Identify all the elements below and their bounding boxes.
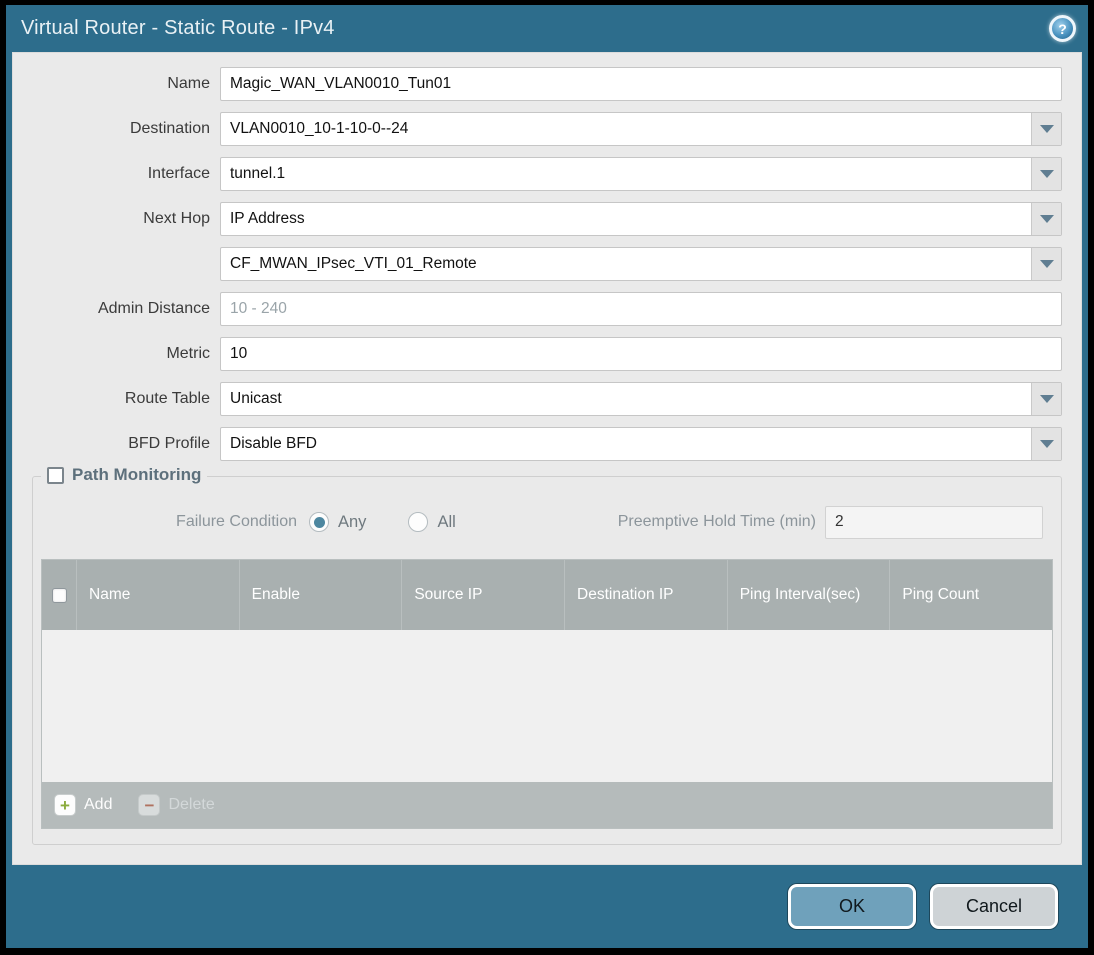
- column-header-source-ip: Source IP: [401, 560, 564, 630]
- form-row-bfd-profile: BFD Profile: [32, 427, 1062, 461]
- failure-condition-row: Failure Condition Any All Preemptive Hol…: [41, 505, 1053, 539]
- destination-field: [220, 112, 1062, 146]
- cancel-button[interactable]: Cancel: [930, 883, 1058, 929]
- dialog-footer: OK Cancel: [6, 865, 1088, 947]
- preemptive-hold-time-input[interactable]: [826, 513, 1044, 531]
- delete-row-button: − Delete: [138, 794, 215, 816]
- chevron-down-icon: [1039, 170, 1054, 178]
- admin-distance-field: [220, 292, 1062, 326]
- path-monitoring-table: Name Enable Source IP Destination IP Pin…: [41, 559, 1053, 829]
- table-body-empty: [42, 630, 1052, 782]
- column-header-enable: Enable: [238, 560, 402, 630]
- interface-input[interactable]: [221, 158, 1031, 190]
- failure-condition-all-option: All: [408, 512, 456, 532]
- help-icon[interactable]: ?: [1049, 15, 1076, 42]
- admin-distance-label: Admin Distance: [97, 300, 210, 317]
- chevron-down-icon: [1039, 395, 1054, 403]
- form-row-metric: Metric: [32, 337, 1062, 371]
- bfd-profile-label: BFD Profile: [128, 435, 210, 452]
- bfd-profile-field: [220, 427, 1062, 461]
- add-row-button[interactable]: + Add: [54, 794, 112, 816]
- destination-label: Destination: [129, 120, 210, 137]
- next-hop-type-field: [220, 202, 1062, 236]
- route-table-label: Route Table: [124, 390, 210, 407]
- column-header-ping-interval: Ping Interval(sec): [726, 560, 890, 630]
- bfd-profile-input[interactable]: [221, 428, 1031, 460]
- form-row-destination: Destination: [32, 112, 1062, 146]
- dialog-titlebar: Virtual Router - Static Route - IPv4 ?: [6, 5, 1088, 52]
- table-header-row: Name Enable Source IP Destination IP Pin…: [42, 560, 1052, 630]
- form-row-route-table: Route Table: [32, 382, 1062, 416]
- radio-dot: [413, 517, 424, 528]
- table-toolbar: + Add − Delete: [42, 782, 1052, 828]
- column-header-destination-ip: Destination IP: [564, 560, 727, 630]
- select-all-cell: [42, 560, 76, 630]
- route-table-field: [220, 382, 1062, 416]
- chevron-down-icon: [1039, 125, 1054, 133]
- path-monitoring-title: Path Monitoring: [72, 465, 202, 484]
- delete-button-label: Delete: [168, 796, 215, 813]
- name-input[interactable]: [221, 68, 1061, 100]
- interface-label: Interface: [147, 165, 210, 182]
- select-all-checkbox[interactable]: [51, 587, 67, 603]
- metric-field: [220, 337, 1062, 371]
- radio-any-label: Any: [338, 512, 367, 531]
- radio-all[interactable]: [408, 512, 429, 532]
- next-hop-address-input[interactable]: [221, 248, 1031, 280]
- metric-input[interactable]: [221, 338, 1061, 370]
- dialog-title: Virtual Router - Static Route - IPv4: [21, 17, 335, 39]
- route-table-dropdown-button[interactable]: [1031, 383, 1061, 415]
- next-hop-type-input[interactable]: [221, 203, 1031, 235]
- interface-field: [220, 157, 1062, 191]
- path-monitoring-checkbox[interactable]: [47, 466, 64, 484]
- minus-icon: −: [138, 794, 161, 816]
- dialog-content: Name Destination Interface Next Hop: [12, 52, 1082, 865]
- radio-all-label: All: [437, 512, 456, 531]
- radio-dot: [313, 516, 325, 528]
- next-hop-type-dropdown-button[interactable]: [1031, 203, 1061, 235]
- name-field: [220, 67, 1062, 101]
- next-hop-label: Next Hop: [143, 210, 210, 227]
- metric-label: Metric: [166, 345, 210, 362]
- form-row-interface: Interface: [32, 157, 1062, 191]
- route-table-input[interactable]: [221, 383, 1031, 415]
- bfd-profile-dropdown-button[interactable]: [1031, 428, 1061, 460]
- plus-icon: +: [54, 794, 76, 816]
- chevron-down-icon: [1039, 260, 1054, 268]
- name-label: Name: [167, 75, 210, 92]
- dialog-frame: Virtual Router - Static Route - IPv4 ? N…: [6, 5, 1088, 948]
- admin-distance-input[interactable]: [221, 293, 1061, 325]
- chevron-down-icon: [1039, 215, 1054, 223]
- destination-dropdown-button[interactable]: [1031, 113, 1061, 145]
- interface-dropdown-button[interactable]: [1031, 158, 1061, 190]
- next-hop-address-field: [220, 247, 1062, 281]
- next-hop-address-dropdown-button[interactable]: [1031, 248, 1061, 280]
- failure-condition-any-option: Any: [309, 512, 366, 532]
- path-monitoring-legend: Path Monitoring: [41, 465, 208, 485]
- preemptive-hold-time-field: [825, 505, 1044, 539]
- preemptive-hold-time-label: Preemptive Hold Time (min): [617, 513, 816, 530]
- column-header-ping-count: Ping Count: [889, 560, 1052, 630]
- form-row-next-hop: Next Hop: [32, 202, 1062, 236]
- form-row-name: Name: [32, 67, 1062, 101]
- path-monitoring-fieldset: Path Monitoring Failure Condition Any Al…: [32, 465, 1062, 845]
- ok-button[interactable]: OK: [788, 883, 916, 929]
- radio-any[interactable]: [309, 512, 329, 532]
- add-button-label: Add: [84, 796, 113, 813]
- form-row-next-hop-address: [32, 247, 1062, 281]
- chevron-down-icon: [1039, 440, 1054, 448]
- column-header-name: Name: [76, 560, 239, 630]
- form-row-admin-distance: Admin Distance: [32, 292, 1062, 326]
- destination-input[interactable]: [221, 113, 1031, 145]
- failure-condition-label: Failure Condition: [176, 513, 297, 530]
